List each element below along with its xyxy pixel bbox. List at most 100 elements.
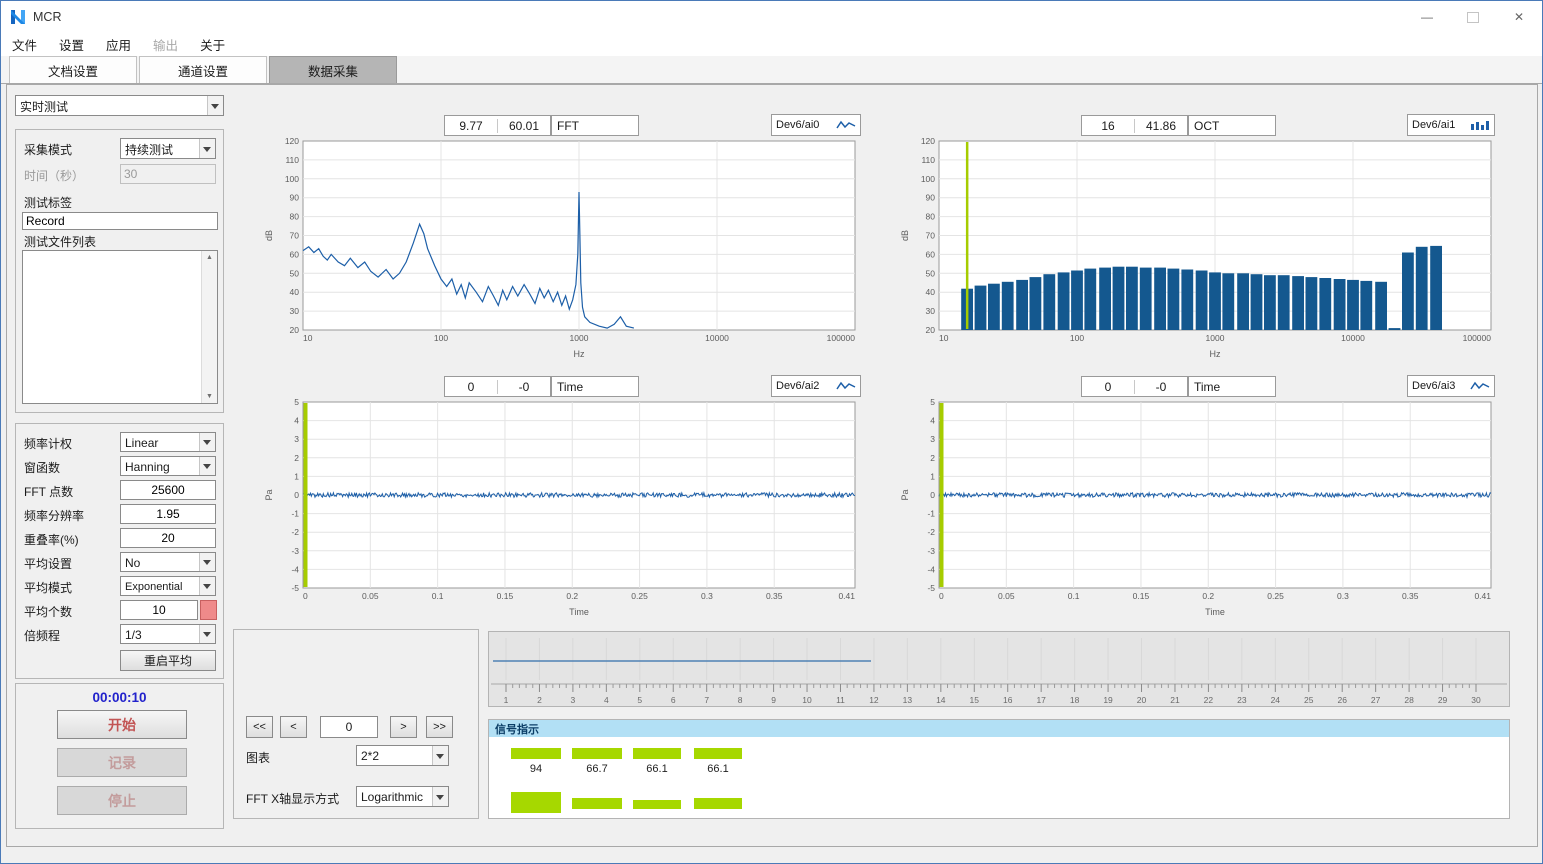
chart-layout-select[interactable]: 2*2 (356, 745, 449, 766)
svg-text:40: 40 (926, 287, 936, 297)
svg-text:5: 5 (294, 397, 299, 407)
svg-text:20: 20 (1137, 695, 1147, 705)
channel-name: Dev6/ai1 (1412, 119, 1455, 131)
scrubber-ruler[interactable]: 1234567891011121314151617181920212223242… (489, 632, 1509, 706)
svg-text:120: 120 (285, 136, 299, 146)
octave-select[interactable]: 1/3 (120, 624, 216, 644)
svg-text:5: 5 (930, 397, 935, 407)
record-button: 记录 (57, 748, 187, 777)
svg-text:-5: -5 (927, 583, 935, 593)
svg-text:0.15: 0.15 (1133, 591, 1150, 601)
time-chart-panel-ai2: 0 -0 Time Dev6/ai2 -5-4-3-2-101234500.05… (233, 370, 865, 628)
svg-text:10000: 10000 (705, 333, 729, 343)
svg-text:0.1: 0.1 (432, 591, 444, 601)
time3-type-label: Time (1188, 376, 1276, 397)
tab-channel-settings[interactable]: 通道设置 (139, 56, 267, 83)
acq-time-label: 时间（秒） (24, 167, 84, 184)
tab-data-acquisition[interactable]: 数据采集 (269, 56, 397, 83)
maximize-button[interactable] (1450, 1, 1496, 33)
level-meter-ch2 (572, 748, 622, 759)
menu-about[interactable]: 关于 (189, 35, 236, 54)
tab-document-settings[interactable]: 文档设置 (9, 56, 137, 83)
svg-text:60: 60 (926, 249, 936, 259)
overlap-input[interactable] (120, 528, 216, 548)
prev-frame-button[interactable]: < (280, 716, 307, 738)
svg-text:18: 18 (1070, 695, 1080, 705)
fft-channel-selector[interactable]: Dev6/ai0 (771, 114, 861, 136)
svg-text:29: 29 (1438, 695, 1448, 705)
svg-text:0.1: 0.1 (1068, 591, 1080, 601)
file-list-scrollbar[interactable]: ▲ ▼ (201, 251, 217, 403)
record-scrubber[interactable]: 1234567891011121314151617181920212223242… (488, 631, 1510, 707)
svg-text:100: 100 (1070, 333, 1084, 343)
time2-plot[interactable]: -5-4-3-2-101234500.050.10.150.20.250.30.… (263, 396, 863, 618)
scroll-down-icon[interactable]: ▼ (206, 390, 213, 403)
close-button[interactable]: ✕ (1496, 1, 1542, 33)
freq-resolution-label: 频率分辨率 (24, 507, 84, 524)
svg-text:2: 2 (537, 695, 542, 705)
svg-text:Time: Time (569, 607, 589, 617)
window-fn-select[interactable]: Hanning (120, 456, 216, 476)
svg-text:110: 110 (285, 155, 299, 165)
svg-text:23: 23 (1237, 695, 1247, 705)
fft-axis-mode-select[interactable]: Logarithmic (356, 786, 449, 807)
svg-text:0.25: 0.25 (631, 591, 648, 601)
avg-mode-select[interactable]: Exponential (120, 576, 216, 596)
fft-axis-mode-label: FFT X轴显示方式 (246, 790, 339, 807)
freq-resolution-input[interactable] (120, 504, 216, 524)
first-frame-button[interactable]: << (246, 716, 273, 738)
elapsed-timer: 00:00:10 (16, 690, 223, 705)
svg-text:80: 80 (926, 212, 936, 222)
svg-text:0: 0 (303, 591, 308, 601)
level-bar2-ch3 (633, 800, 681, 809)
svg-text:3: 3 (930, 434, 935, 444)
svg-text:0.05: 0.05 (998, 591, 1015, 601)
svg-text:-3: -3 (927, 546, 935, 556)
chevron-down-icon (432, 746, 448, 765)
acq-mode-label: 采集模式 (24, 141, 72, 158)
level-meter-ch1 (511, 748, 561, 759)
test-file-list[interactable]: ▲ ▼ (22, 250, 218, 404)
svg-text:80: 80 (290, 212, 300, 222)
svg-text:dB: dB (900, 230, 910, 241)
test-tag-input[interactable] (22, 212, 218, 230)
start-button[interactable]: 开始 (57, 710, 187, 739)
chevron-down-icon (207, 96, 223, 115)
svg-text:2: 2 (294, 453, 299, 463)
last-frame-button[interactable]: >> (426, 716, 453, 738)
freq-weighting-select[interactable]: Linear (120, 432, 216, 452)
svg-text:dB: dB (264, 230, 274, 241)
svg-text:3: 3 (294, 434, 299, 444)
minimize-button[interactable]: — (1404, 1, 1450, 33)
oct-channel-selector[interactable]: Dev6/ai1 (1407, 114, 1495, 136)
octave-label: 倍频程 (24, 627, 60, 644)
avg-count-input[interactable] (120, 600, 198, 620)
acq-mode-select[interactable]: 持续测试 (120, 138, 216, 159)
fft-points-input[interactable] (120, 480, 216, 500)
avg-mode-label: 平均模式 (24, 579, 72, 596)
avg-setting-select[interactable]: No (120, 552, 216, 572)
frame-position-box[interactable]: 0 (320, 716, 378, 738)
svg-text:13: 13 (903, 695, 913, 705)
chevron-down-icon (199, 553, 215, 571)
svg-text:Pa: Pa (900, 489, 910, 500)
test-mode-select[interactable]: 实时测试 (15, 95, 224, 116)
menu-settings[interactable]: 设置 (48, 35, 95, 54)
svg-text:14: 14 (936, 695, 946, 705)
scroll-up-icon[interactable]: ▲ (206, 251, 213, 264)
line-chart-icon (836, 380, 856, 392)
fft-plot[interactable]: 2030405060708090100110120101001000100001… (263, 135, 863, 360)
cursor-y-value: 41.86 (1134, 119, 1187, 133)
menu-apply[interactable]: 应用 (95, 35, 142, 54)
freq-weighting-label: 频率计权 (24, 435, 72, 452)
time3-plot[interactable]: -5-4-3-2-101234500.050.10.150.20.250.30.… (899, 396, 1499, 618)
svg-text:20: 20 (290, 325, 300, 335)
time3-cursor-readout: 0 -0 (1081, 376, 1188, 397)
time2-channel-selector[interactable]: Dev6/ai2 (771, 375, 861, 397)
next-frame-button[interactable]: > (390, 716, 417, 738)
oct-plot[interactable]: 2030405060708090100110120101001000100001… (899, 135, 1499, 360)
menu-file[interactable]: 文件 (1, 35, 48, 54)
time3-channel-selector[interactable]: Dev6/ai3 (1407, 375, 1495, 397)
restart-average-button[interactable]: 重启平均 (120, 650, 216, 671)
overlap-label: 重叠率(%) (24, 531, 79, 548)
